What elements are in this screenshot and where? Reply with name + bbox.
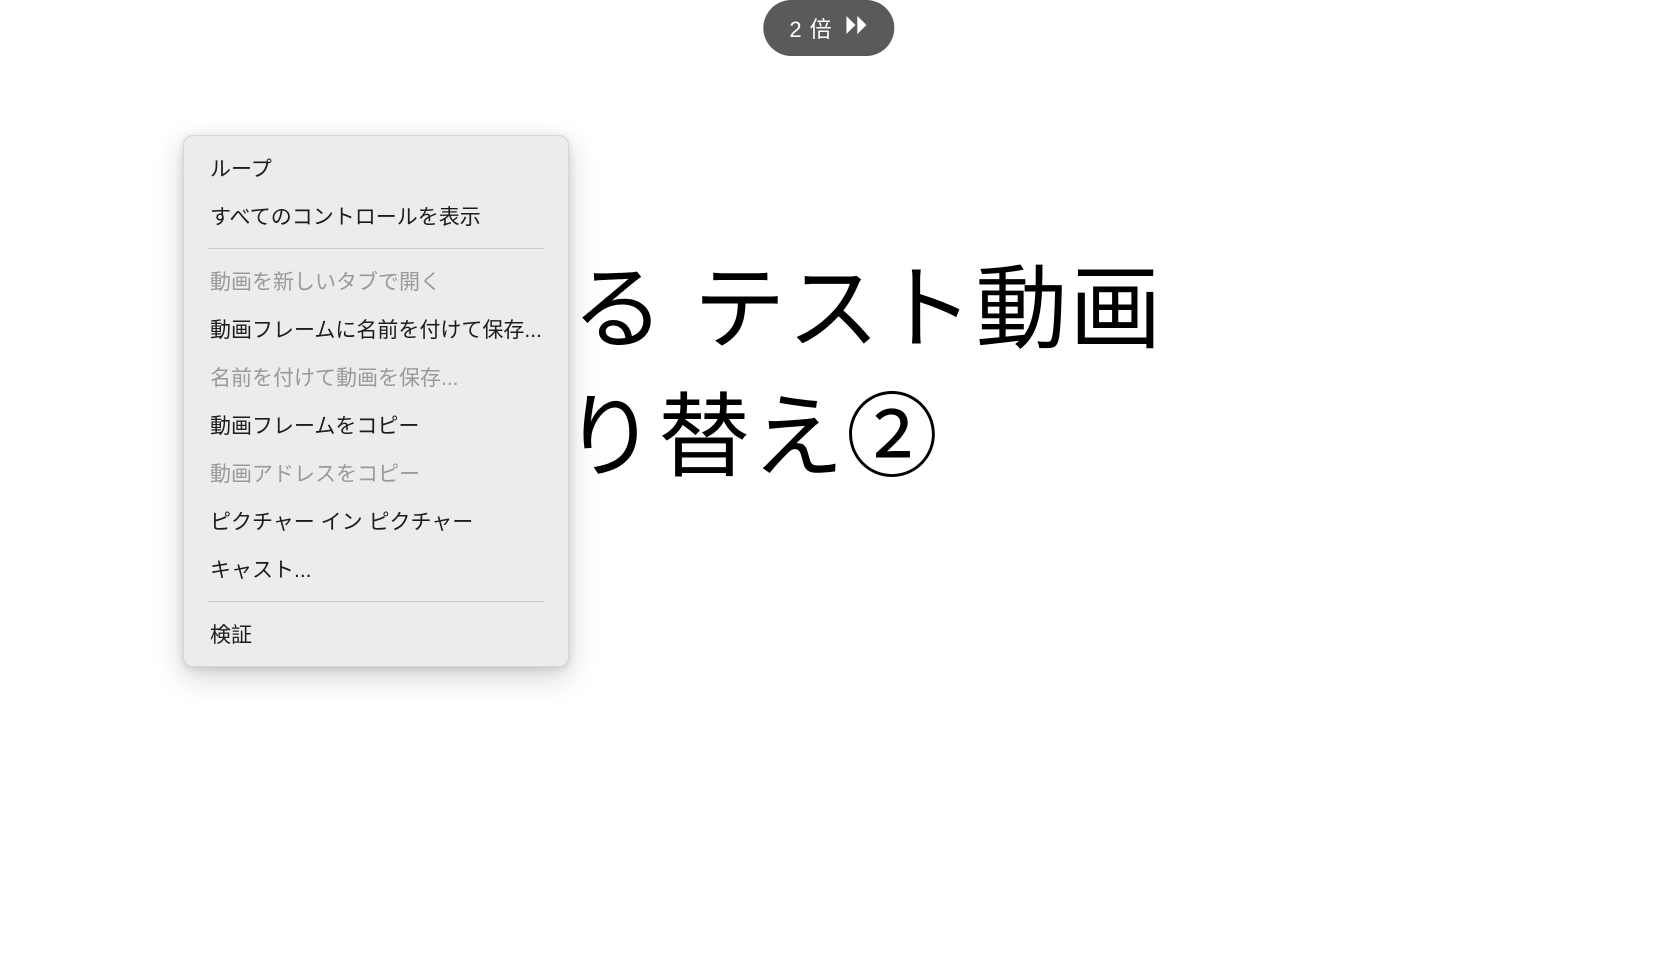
menu-item-loop[interactable]: ループ [184, 144, 568, 192]
menu-item-open-new-tab: 動画を新しいタブで開く [184, 257, 568, 305]
speed-label: 2 倍 [789, 12, 832, 44]
menu-separator [208, 601, 544, 602]
menu-item-inspect[interactable]: 検証 [184, 610, 568, 658]
menu-item-cast[interactable]: キャスト... [184, 545, 568, 593]
menu-item-save-frame-as[interactable]: 動画フレームに名前を付けて保存... [184, 305, 568, 353]
menu-item-copy-frame[interactable]: 動画フレームをコピー [184, 401, 568, 449]
video-text-line2: り替え② [564, 365, 1164, 512]
video-overlay-text: る テスト動画 り替え② [572, 255, 1164, 513]
fast-forward-icon [847, 15, 869, 41]
menu-item-copy-address: 動画アドレスをコピー [184, 449, 568, 497]
menu-item-picture-in-picture[interactable]: ピクチャー イン ピクチャー [184, 497, 568, 545]
video-text-line1: る テスト動画 [572, 255, 1164, 365]
playback-speed-indicator: 2 倍 [763, 0, 894, 56]
menu-separator [208, 248, 544, 249]
menu-item-show-all-controls[interactable]: すべてのコントロールを表示 [184, 192, 568, 240]
menu-item-save-video-as: 名前を付けて動画を保存... [184, 353, 568, 401]
video-context-menu: ループ すべてのコントロールを表示 動画を新しいタブで開く 動画フレームに名前を… [183, 135, 569, 667]
